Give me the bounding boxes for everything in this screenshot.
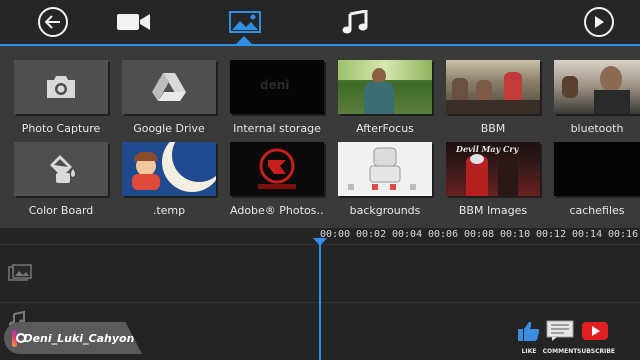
tick-label: 00:02 xyxy=(356,229,387,240)
back-button[interactable] xyxy=(36,0,70,44)
tile-label: BBM xyxy=(480,122,506,135)
tile-label: cachefiles xyxy=(569,204,625,217)
thumbnail-title: Devil May Cry xyxy=(456,144,519,154)
youtube-play-icon xyxy=(582,322,608,340)
tile-label: AfterFocus xyxy=(356,122,414,135)
tab-music[interactable] xyxy=(340,0,370,44)
media-tile-backgrounds[interactable]: backgrounds xyxy=(338,142,432,217)
tile-label: Internal storage xyxy=(233,122,321,135)
media-tile-afterfocus[interactable]: AfterFocus xyxy=(338,60,432,135)
google-drive-icon xyxy=(152,73,186,101)
media-tile-photo-capture[interactable]: Photo Capture xyxy=(14,60,108,135)
tile-label: BBM Images xyxy=(458,204,528,217)
tile-thumbnail: Devil May Cry xyxy=(446,142,540,196)
tile-thumbnail xyxy=(446,60,540,114)
thumbs-up-icon xyxy=(518,321,540,341)
tile-thumbnail: deni xyxy=(230,60,324,114)
red-emblem-logo xyxy=(258,148,296,189)
play-icon xyxy=(584,7,614,37)
tile-label: bluetooth xyxy=(570,122,624,135)
tile-thumbnail xyxy=(338,142,432,196)
tile-label: Adobe® Photos… xyxy=(230,204,324,217)
music-note-icon xyxy=(342,10,368,34)
tile-thumbnail xyxy=(122,142,216,196)
comment-icon xyxy=(546,320,574,341)
camera-icon xyxy=(47,76,75,98)
tile-thumbnail xyxy=(554,60,640,114)
tick-label: 00:08 xyxy=(464,229,495,240)
image-icon xyxy=(229,11,261,33)
tick-label: 00:16 xyxy=(608,229,639,240)
media-tile-color-board[interactable]: Color Board xyxy=(14,142,108,217)
tile-thumbnail xyxy=(338,60,432,114)
media-tile-cachefiles[interactable]: cachefiles xyxy=(554,142,640,217)
tile-thumbnail xyxy=(122,60,216,114)
tile-thumbnail xyxy=(14,60,108,114)
tile-label: Photo Capture xyxy=(21,122,101,135)
media-tile-google-drive[interactable]: Google Drive xyxy=(122,60,216,135)
play-button[interactable] xyxy=(582,0,616,44)
media-tile-bluetooth[interactable]: bluetooth xyxy=(554,60,640,135)
media-tile-bbm[interactable]: BBM xyxy=(446,60,540,135)
instagram-handle: Deni_Luki_Cahyono xyxy=(23,331,142,345)
tile-label: Google Drive xyxy=(133,122,205,135)
comment-badge: COMMENT xyxy=(542,320,578,355)
time-ruler[interactable]: 00:00 00:02 00:04 00:06 00:08 00:10 00:1… xyxy=(310,228,640,242)
paint-bucket-icon xyxy=(50,155,75,183)
tile-thumbnail xyxy=(14,142,108,196)
comment-caption: COMMENT xyxy=(542,348,578,355)
tick-label: 00:10 xyxy=(500,229,531,240)
subscribe-caption: SUBSCRIBE xyxy=(577,348,616,355)
tile-thumbnail xyxy=(230,142,324,196)
back-arrow-icon xyxy=(38,7,68,37)
tick-label: 00:04 xyxy=(392,229,423,240)
instagram-icon xyxy=(12,329,28,347)
media-tile-adobe-photoshop[interactable]: Adobe® Photos… xyxy=(230,142,324,217)
tick-label: 00:06 xyxy=(428,229,459,240)
tick-label: 00:14 xyxy=(572,229,603,240)
media-tile-internal-storage[interactable]: deni Internal storage xyxy=(230,60,324,135)
tick-label: 00:12 xyxy=(536,229,567,240)
tile-label: Color Board xyxy=(28,204,94,217)
instagram-watermark: Deni_Luki_Cahyono xyxy=(4,322,142,354)
active-tab-indicator xyxy=(236,36,252,44)
video-camera-icon xyxy=(117,14,150,30)
tile-label: backgrounds xyxy=(349,204,421,217)
playhead-line[interactable] xyxy=(319,238,321,360)
tab-video[interactable] xyxy=(114,0,154,44)
media-tile-bbm-images[interactable]: Devil May Cry BBM Images xyxy=(446,142,540,217)
subscribe-badge: SUBSCRIBE xyxy=(577,320,616,355)
image-track-icon xyxy=(8,264,32,282)
media-browser-grid: Photo Capture Google Drive deni Internal… xyxy=(0,46,640,228)
media-tile-temp[interactable]: .temp xyxy=(122,142,216,217)
tile-thumbnail xyxy=(554,142,640,196)
top-toolbar xyxy=(0,0,640,46)
tile-label: .temp xyxy=(152,204,186,217)
robot-sketch-image xyxy=(348,147,416,190)
playhead-handle[interactable] xyxy=(313,238,327,246)
